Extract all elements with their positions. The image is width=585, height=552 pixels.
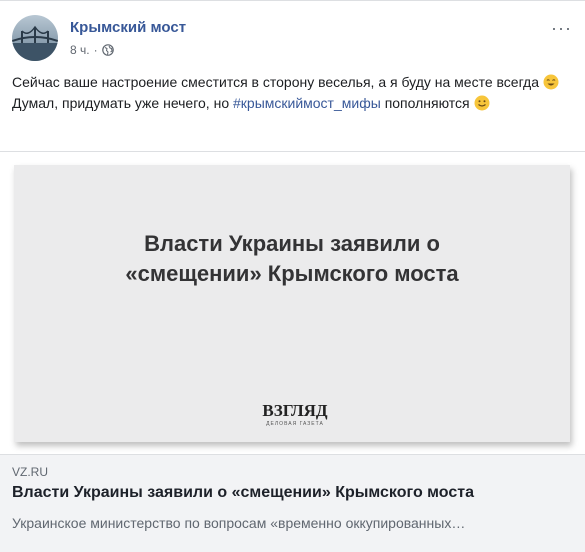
vzglyad-logo-subtitle: ДЕЛОВАЯ ГАЗЕТА [266,421,324,427]
link-domain: VZ.RU [12,465,48,479]
image-headline-line2: «смещении» Крымского моста [125,261,459,286]
image-headline: Власти Украины заявили о «смещении» Крым… [14,229,570,289]
link-card-info[interactable]: VZ.RU Власти Украины заявили о «смещении… [0,454,585,552]
image-headline-line1: Власти Украины заявили о [144,231,440,256]
vzglyad-logo: ВЗГЛЯД [262,401,328,420]
grinning-squint-emoji-icon [543,74,559,90]
post-timestamp[interactable]: 8 ч. [70,43,90,57]
link-preview-card[interactable]: Власти Украины заявили о «смещении» Крым… [0,151,585,552]
page-avatar[interactable] [12,15,58,61]
hashtag-link[interactable]: #крымскиймост_мифы [233,95,381,111]
link-preview-image[interactable]: Власти Украины заявили о «смещении» Крым… [14,165,570,442]
post-text-part2: Думал, придумать уже нечего, но [12,95,230,111]
link-title[interactable]: Власти Украины заявили о «смещении» Крым… [12,484,474,502]
smiling-emoji-icon [474,95,490,111]
page-name-link[interactable]: Крымский мост [70,19,186,36]
feed-post: Крымский мост 8 ч. · ··· Сейчас ваше нас… [0,0,585,552]
post-text-part3: пополняются [384,95,470,111]
link-preview-image-area[interactable]: Власти Украины заявили о «смещении» Крым… [0,152,585,454]
more-options-icon[interactable]: ··· [551,19,572,37]
post-text: Сейчас ваше настроение сместится в сторо… [12,72,567,114]
meta-separator: · [93,43,98,57]
link-description: Украинское министерство по вопросам «вре… [12,515,466,531]
post-header: Крымский мост 8 ч. · ··· [12,13,572,61]
post-text-part1: Сейчас ваше настроение сместится в сторо… [12,74,540,90]
post-meta: 8 ч. · [70,43,114,57]
globe-icon[interactable] [101,44,114,56]
